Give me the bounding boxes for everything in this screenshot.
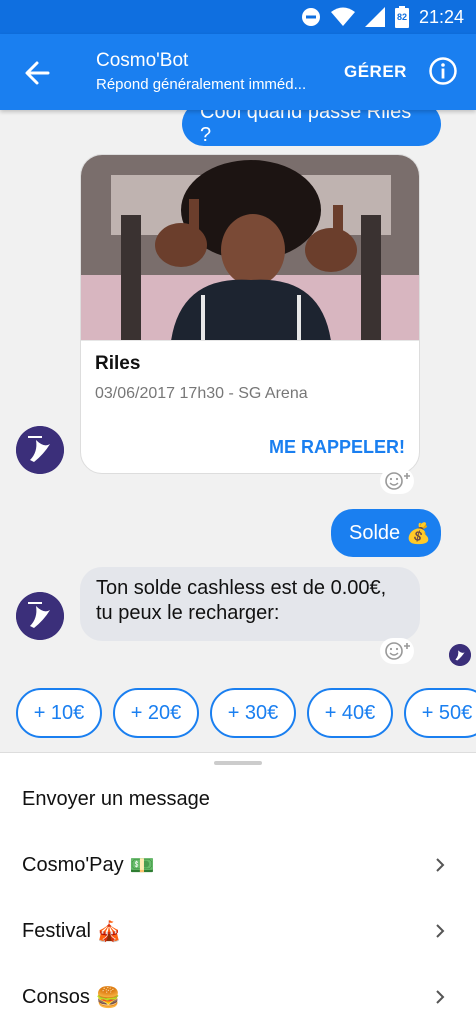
bot-avatar xyxy=(16,426,64,474)
composer-label: Envoyer un message xyxy=(22,787,210,810)
message-line: Ton solde cashless est de 0.00€, xyxy=(96,577,387,599)
menu-item-festival[interactable]: Festival 🎪 xyxy=(0,901,476,961)
tent-emoji: 🎪 xyxy=(96,920,122,943)
conversation-header[interactable]: Cosmo'Bot Répond généralement imméd... xyxy=(96,48,326,96)
outgoing-message: Solde 💰 xyxy=(331,509,441,557)
money-bag-emoji: 💰 xyxy=(406,522,432,545)
money-emoji: 💵 xyxy=(129,854,155,877)
info-icon[interactable] xyxy=(428,56,458,86)
menu-item-cosmopay[interactable]: Cosmo'Pay 💵 xyxy=(0,835,476,895)
bot-title: Cosmo'Bot xyxy=(96,50,189,71)
message-text: Solde xyxy=(349,521,401,544)
status-bar: 82 21:24 xyxy=(0,0,476,34)
signal-icon xyxy=(364,7,385,27)
bot-avatar xyxy=(16,592,64,640)
menu-item-label: Cosmo'Pay xyxy=(22,853,124,876)
burger-emoji: 🍔 xyxy=(95,986,121,1009)
chat-area[interactable]: Cool quand passe Riles ? Riles 03/06/201… xyxy=(0,110,476,752)
artist-photo xyxy=(81,155,419,341)
incoming-message: Ton solde cashless est de 0.00€, tu peux… xyxy=(80,567,420,641)
add-reaction-icon[interactable] xyxy=(380,468,414,494)
bot-subtitle: Répond généralement imméd... xyxy=(96,76,307,93)
message-line: tu peux le recharger: xyxy=(96,602,280,624)
add-reaction-icon[interactable] xyxy=(380,638,414,664)
outgoing-message: Cool quand passe Riles ? xyxy=(182,110,441,146)
menu-item-label: Festival xyxy=(22,919,91,942)
send-message-field[interactable]: Envoyer un message xyxy=(0,769,476,829)
drag-handle[interactable] xyxy=(214,761,262,765)
event-details: 03/06/2017 17h30 - SG Arena xyxy=(95,385,308,402)
battery-level: 82 xyxy=(396,12,407,22)
persistent-menu: Envoyer un message Cosmo'Pay 💵 Festival … xyxy=(0,752,476,1030)
read-receipt-avatar xyxy=(449,644,471,666)
quick-reply-20[interactable]: + 20€ xyxy=(113,688,199,738)
chevron-right-icon xyxy=(436,858,445,872)
event-card[interactable]: Riles 03/06/2017 17h30 - SG Arena ME RAP… xyxy=(80,154,420,474)
chevron-right-icon xyxy=(436,990,445,1004)
quick-reply-30[interactable]: + 30€ xyxy=(210,688,296,738)
quick-reply-40[interactable]: + 40€ xyxy=(307,688,393,738)
remind-me-button[interactable]: ME RAPPELER! xyxy=(269,437,405,458)
quick-reply-10[interactable]: + 10€ xyxy=(16,688,102,738)
quick-replies: + 10€ + 20€ + 30€ + 40€ + 50€ xyxy=(0,688,476,740)
menu-item-label: Consos xyxy=(22,985,90,1008)
back-arrow-icon[interactable] xyxy=(22,58,52,88)
status-time: 21:24 xyxy=(418,6,464,27)
battery-icon: 82 xyxy=(394,6,409,28)
do-not-disturb-icon xyxy=(301,7,321,27)
quick-reply-50[interactable]: + 50€ xyxy=(404,688,476,738)
manage-button[interactable]: GÉRER xyxy=(344,62,407,82)
chevron-right-icon xyxy=(436,924,445,938)
wifi-icon xyxy=(330,7,355,27)
app-bar: Cosmo'Bot Répond généralement imméd... G… xyxy=(0,34,476,110)
menu-item-consos[interactable]: Consos 🍔 xyxy=(0,967,476,1027)
event-title: Riles xyxy=(95,353,141,374)
